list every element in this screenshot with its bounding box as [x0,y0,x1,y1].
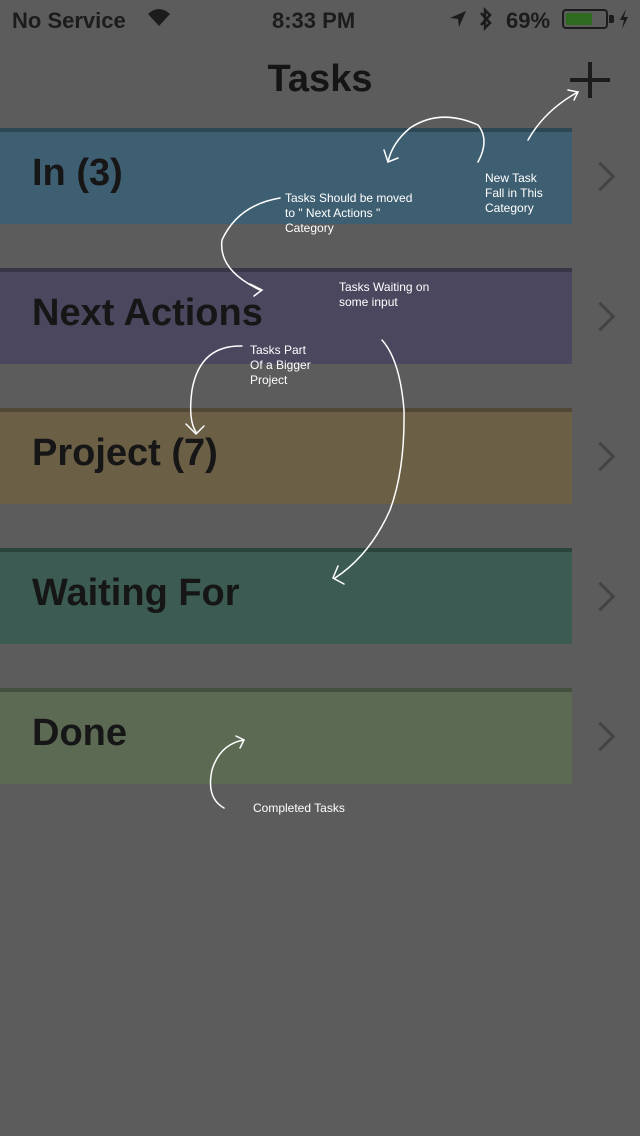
note-new-task: New Task Fall in This Category [485,171,543,215]
category-label: Next Actions [32,292,263,334]
category-label: Project (7) [32,432,218,474]
location-icon [448,9,468,35]
category-row-project[interactable]: Project (7) [0,408,572,504]
charging-icon [618,8,630,35]
chevron-right-icon[interactable] [585,441,616,472]
status-bar: No Service 8:33 PM 69% [0,0,640,40]
category-label: Done [32,712,127,754]
note-waiting: Tasks Waiting on some input [339,280,430,309]
clock: 8:33 PM [272,8,356,33]
chevron-right-icon[interactable] [585,301,616,332]
carrier-label: No Service [12,8,126,33]
battery-nub [609,15,614,23]
plus-icon[interactable] [568,58,612,102]
wifi-icon [146,6,172,34]
note-completed: Completed Tasks [253,801,345,815]
chevron-right-icon[interactable] [585,581,616,612]
bluetooth-icon [478,6,494,38]
category-label: Waiting For [32,572,240,614]
battery-percent: 69% [506,8,551,33]
chevron-right-icon[interactable] [585,721,616,752]
category-row-waiting-for[interactable]: Waiting For [0,548,572,644]
category-label: In (3) [32,152,123,194]
battery-fill [566,13,592,25]
battery-icon [562,9,614,29]
note-move-to-next: Tasks Should be moved to " Next Actions … [285,191,413,235]
note-project: Tasks Part Of a Bigger Project [250,343,311,387]
category-row-done[interactable]: Done [0,688,572,784]
page-title: Tasks [267,58,373,100]
chevron-right-icon[interactable] [585,161,616,192]
